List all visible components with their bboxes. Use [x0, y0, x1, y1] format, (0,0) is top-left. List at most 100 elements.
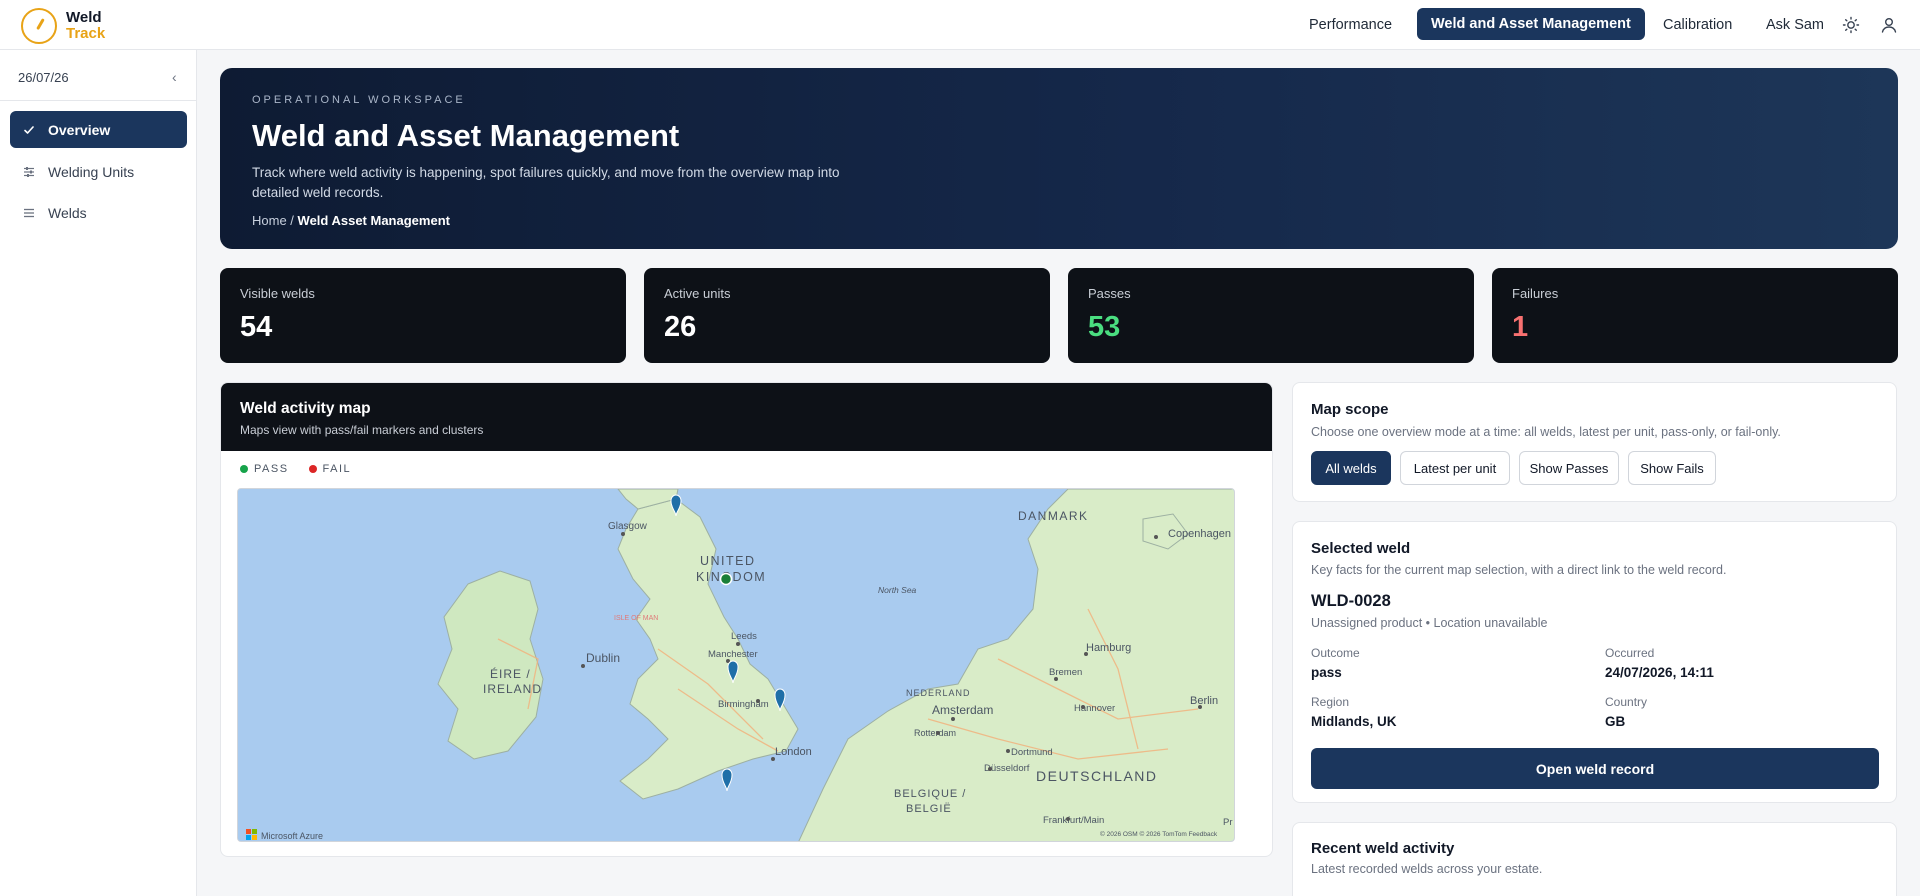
open-weld-record-button[interactable]: Open weld record: [1311, 748, 1879, 789]
stat-label: Active units: [664, 286, 731, 301]
nav-ask-sam[interactable]: Ask Sam: [1752, 9, 1838, 41]
map-label-hamburg: Hamburg: [1086, 642, 1131, 654]
fail-dot-icon: [308, 465, 317, 473]
map-label-amsterdam: Amsterdam: [932, 703, 993, 717]
top-bar: Weld Track Performance Weld and Asset Ma…: [0, 0, 1920, 50]
stat-value-passes: 53: [1088, 311, 1121, 343]
map-label-uk-1: UNITED: [700, 554, 756, 568]
breadcrumb: Home / Weld Asset Management: [252, 213, 450, 228]
stat-card-failures: Failures 1: [1492, 268, 1898, 363]
map-label-dortmund: Dortmund: [1011, 747, 1053, 758]
map-label-north-sea: North Sea: [878, 585, 917, 595]
map-canvas[interactable]: DANMARK Copenhagen Glasgow UNITED KINGDO…: [238, 489, 1235, 842]
occurred-value: 24/07/2026, 14:11: [1605, 665, 1714, 680]
scope-all-welds-button[interactable]: All welds: [1311, 451, 1391, 485]
sidebar-item-label: Overview: [48, 121, 111, 138]
region-label: Region: [1311, 695, 1350, 709]
stat-card-visible-welds: Visible welds 54: [220, 268, 626, 363]
map-label-isle-of-man: ISLE OF MAN: [614, 615, 658, 622]
occurred-label: Occurred: [1605, 646, 1655, 660]
user-icon[interactable]: [1879, 15, 1899, 35]
outcome-label: Outcome: [1311, 646, 1360, 660]
map-label-danmark: DANMARK: [1018, 509, 1089, 523]
nav-weld-asset-management[interactable]: Weld and Asset Management: [1417, 8, 1645, 40]
map-label-eire-2: IRELAND: [483, 682, 542, 696]
recent-weld-activity-card: Recent weld activity Latest recorded wel…: [1292, 822, 1897, 896]
map-label-pr: Pr: [1223, 817, 1233, 828]
weld-map[interactable]: DANMARK Copenhagen Glasgow UNITED KINGDO…: [237, 488, 1235, 842]
map-label-dublin: Dublin: [586, 651, 620, 665]
map-copyright[interactable]: © 2026 OSM © 2026 TomTom Feedback: [1100, 830, 1218, 838]
scope-latest-per-unit-button[interactable]: Latest per unit: [1400, 451, 1510, 485]
sun-icon[interactable]: [1841, 15, 1861, 35]
brand-name-line1: Weld: [66, 9, 102, 26]
stat-label: Passes: [1088, 286, 1131, 301]
map-label-deutschland: DEUTSCHLAND: [1036, 768, 1158, 784]
pass-dot-icon: [240, 465, 248, 473]
selected-weld-subtitle: Key facts for the current map selection,…: [1311, 563, 1727, 577]
selected-weld-meta: Unassigned product • Location unavailabl…: [1311, 616, 1548, 630]
sidebar-item-overview[interactable]: Overview: [10, 111, 187, 148]
region-value: Midlands, UK: [1311, 714, 1397, 729]
legend-pass: PASS: [240, 463, 289, 475]
stat-value: 26: [664, 311, 697, 343]
map-scope-subtitle: Choose one overview mode at a time: all …: [1311, 425, 1781, 439]
outcome-value: pass: [1311, 665, 1342, 680]
weld-activity-map-panel: Weld activity map Maps view with pass/fa…: [220, 382, 1273, 857]
map-label-birmingham: Birmingham: [718, 699, 769, 710]
scope-show-passes-button[interactable]: Show Passes: [1519, 451, 1619, 485]
stat-card-passes: Passes 53: [1068, 268, 1474, 363]
collapse-sidebar-button[interactable]: ‹: [172, 69, 177, 85]
sidebar-item-label: Welds: [48, 204, 87, 221]
recent-activity-title: Recent weld activity: [1311, 840, 1455, 857]
sidebar: 26/07/26 ‹ Overview Welding Units Welds: [0, 50, 197, 896]
map-label-rotterdam: Rotterdam: [914, 728, 956, 738]
sliders-icon: [22, 165, 36, 179]
brand-name-line2: Track: [66, 25, 106, 42]
list-icon: [22, 206, 36, 220]
map-panel-header: Weld activity map Maps view with pass/fa…: [221, 383, 1272, 451]
check-icon: [22, 123, 36, 137]
map-label-hannover: Hannover: [1074, 703, 1115, 714]
breadcrumb-current: Weld Asset Management: [297, 213, 450, 228]
map-label-nederland: NEDERLAND: [906, 688, 971, 698]
country-value: GB: [1605, 714, 1626, 729]
stat-label: Failures: [1512, 286, 1559, 301]
map-label-berlin: Berlin: [1190, 695, 1218, 707]
map-label-belgique-2: BELGIË: [906, 803, 952, 815]
nav-calibration[interactable]: Calibration: [1649, 9, 1746, 41]
map-pass-cluster-marker[interactable]: [719, 572, 733, 586]
map-label-manchester: Manchester: [708, 649, 758, 660]
map-scope-title: Map scope: [1311, 401, 1389, 418]
map-label-copenhagen: Copenhagen: [1168, 528, 1231, 540]
stat-value-failures: 1: [1512, 311, 1529, 343]
hero-description: Track where weld activity is happening, …: [252, 165, 840, 200]
map-label-frankfurt: Frankfurt/Main: [1043, 815, 1104, 826]
map-label-london: London: [775, 746, 812, 758]
sidebar-item-welds[interactable]: Welds: [10, 194, 187, 231]
hero-banner: OPERATIONAL WORKSPACE Weld and Asset Man…: [220, 68, 1898, 249]
map-scope-card: Map scope Choose one overview mode at a …: [1292, 382, 1897, 502]
page-title: Weld and Asset Management: [252, 118, 680, 153]
scope-show-fails-button[interactable]: Show Fails: [1628, 451, 1716, 485]
breadcrumb-home[interactable]: Home /: [252, 213, 294, 228]
selected-weld-id: WLD-0028: [1311, 592, 1391, 610]
map-label-leeds: Leeds: [731, 631, 757, 642]
gauge-icon: [21, 8, 57, 44]
map-label-bremen: Bremen: [1049, 667, 1082, 678]
stat-label: Visible welds: [240, 286, 315, 301]
country-label: Country: [1605, 695, 1648, 709]
legend-fail: FAIL: [308, 463, 352, 475]
sidebar-item-welding-units[interactable]: Welding Units: [10, 153, 187, 190]
selected-weld-card: Selected weld Key facts for the current …: [1292, 521, 1897, 803]
map-label-eire-1: ÉIRE /: [490, 666, 531, 681]
map-title: Weld activity map: [240, 400, 371, 417]
map-subtitle: Maps view with pass/fail markers and clu…: [240, 423, 484, 437]
sidebar-date: 26/07/26: [18, 70, 69, 85]
brand-logo[interactable]: Weld Track: [21, 8, 105, 44]
stat-value: 54: [240, 311, 273, 343]
map-label-glasgow: Glasgow: [608, 521, 648, 532]
svg-text:Microsoft Azure: Microsoft Azure: [261, 831, 323, 841]
stat-card-active-units: Active units 26: [644, 268, 1050, 363]
nav-performance[interactable]: Performance: [1295, 9, 1406, 41]
